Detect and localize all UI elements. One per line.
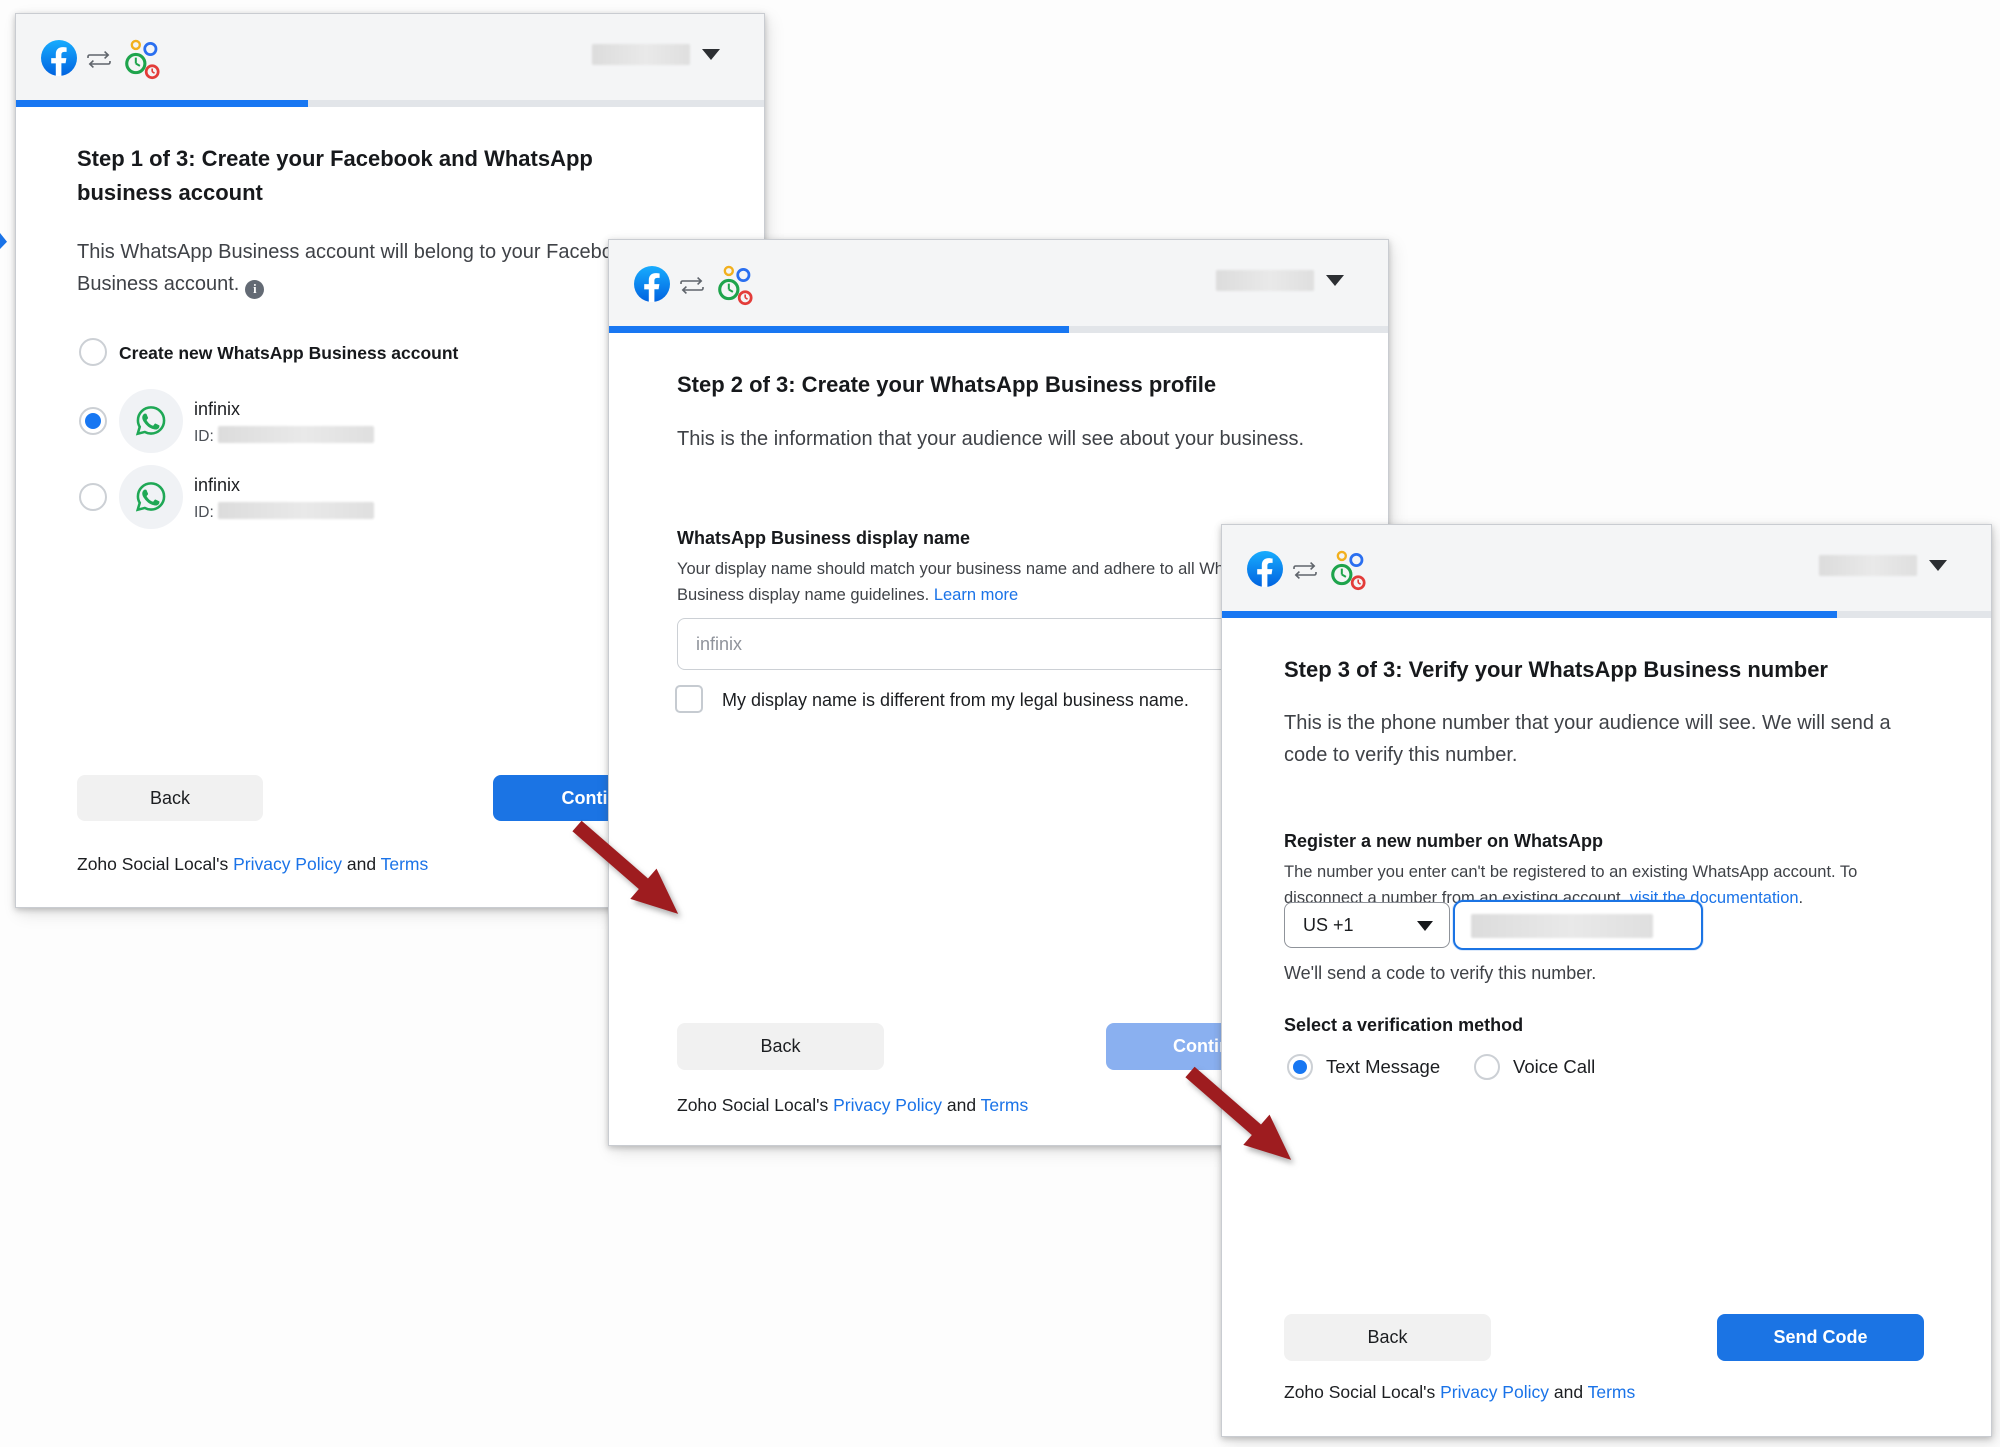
back-button[interactable]: Back <box>1284 1314 1491 1361</box>
privacy-policy-link[interactable]: Privacy Policy <box>233 854 342 874</box>
send-code-button[interactable]: Send Code <box>1717 1314 1924 1361</box>
legal-line: Zoho Social Local's Privacy Policy and T… <box>1284 1382 1635 1403</box>
back-button[interactable]: Back <box>77 775 263 821</box>
account-id-label: ID: <box>194 504 214 522</box>
terms-link[interactable]: Terms <box>381 854 429 874</box>
whatsapp-avatar <box>119 389 183 453</box>
register-help-line1: The number you enter can't be registered… <box>1284 859 1857 885</box>
radio-account-2[interactable] <box>79 483 107 511</box>
sync-arrows-icon <box>86 50 112 69</box>
account-id-label: ID: <box>194 428 214 446</box>
create-new-account-label: Create new WhatsApp Business account <box>119 343 458 364</box>
terms-link[interactable]: Terms <box>1588 1382 1636 1402</box>
account-name: infinix <box>194 475 240 496</box>
radio-voice-call[interactable] <box>1474 1054 1500 1080</box>
progress-bar <box>609 326 1388 333</box>
caret-down-icon <box>702 49 720 60</box>
progress-bar-fill <box>1222 611 1837 618</box>
flow-arrow-step1-to-step2 <box>555 812 715 942</box>
account-menu[interactable] <box>1214 269 1344 293</box>
display-name-help-line1: Your display name should match your busi… <box>677 556 1275 582</box>
display-name-help-line2: Business display name guidelines. Learn … <box>677 582 1018 608</box>
step-description: This is the information that your audien… <box>677 423 1337 455</box>
caret-down-icon <box>1417 921 1433 931</box>
redacted-account-name <box>1819 555 1917 576</box>
account-name: infinix <box>194 399 240 420</box>
zoho-social-logo-icon <box>1330 549 1370 591</box>
facebook-logo-icon <box>1247 551 1283 587</box>
facebook-logo-icon <box>634 266 670 302</box>
privacy-policy-link[interactable]: Privacy Policy <box>1440 1382 1549 1402</box>
learn-more-link[interactable]: Learn more <box>934 586 1018 604</box>
different-legal-name-checkbox[interactable] <box>675 685 703 713</box>
page-title: Step 1 of 3: Create your Facebook and Wh… <box>77 142 677 210</box>
send-code-note: We'll send a code to verify this number. <box>1284 963 1596 984</box>
voice-call-label: Voice Call <box>1513 1056 1595 1078</box>
caret-down-icon <box>1929 560 1947 571</box>
progress-bar-fill <box>609 326 1069 333</box>
info-icon[interactable] <box>245 280 264 299</box>
progress-bar <box>1222 611 1991 618</box>
redacted-account-id <box>218 426 374 443</box>
whatsapp-icon <box>134 404 168 438</box>
flow-arrow-step2-to-step3 <box>1168 1058 1328 1188</box>
progress-bar <box>16 100 764 107</box>
country-code-select[interactable]: US +1 <box>1284 902 1450 948</box>
dialog-header <box>609 240 1388 326</box>
account-menu[interactable] <box>590 43 720 67</box>
radio-account-1[interactable] <box>79 407 107 435</box>
caret-down-icon <box>1326 275 1344 286</box>
step-description: This is the phone number that your audie… <box>1284 707 1924 771</box>
edge-artifact-blue <box>0 233 7 249</box>
dialog-step-3: Step 3 of 3: Verify your WhatsApp Busine… <box>1221 524 1992 1437</box>
whatsapp-avatar <box>119 465 183 529</box>
privacy-policy-link[interactable]: Privacy Policy <box>833 1095 942 1115</box>
terms-link[interactable]: Terms <box>981 1095 1029 1115</box>
dialog-header <box>16 14 764 100</box>
page-title: Step 2 of 3: Create your WhatsApp Busine… <box>677 368 1216 402</box>
legal-line: Zoho Social Local's Privacy Policy and T… <box>77 854 428 875</box>
redacted-account-name <box>1216 270 1314 291</box>
whatsapp-icon <box>134 480 168 514</box>
zoho-social-logo-icon <box>717 264 757 306</box>
sync-arrows-icon <box>679 276 705 295</box>
redacted-account-id <box>218 502 374 519</box>
page-title: Step 3 of 3: Verify your WhatsApp Busine… <box>1284 653 1828 687</box>
legal-line: Zoho Social Local's Privacy Policy and T… <box>677 1095 1028 1116</box>
redacted-account-name <box>592 44 690 65</box>
facebook-logo-icon <box>41 40 77 76</box>
zoho-social-logo-icon <box>124 38 164 80</box>
sync-arrows-icon <box>1292 561 1318 580</box>
dialog-header <box>1222 525 1991 611</box>
phone-number-input[interactable] <box>1453 900 1703 950</box>
radio-create-new-account[interactable] <box>79 338 107 366</box>
step-description: This WhatsApp Business account will belo… <box>77 236 637 300</box>
country-code-value: US +1 <box>1303 915 1354 936</box>
account-menu[interactable] <box>1817 554 1947 578</box>
verification-method-label: Select a verification method <box>1284 1015 1523 1036</box>
redacted-phone-number <box>1471 914 1653 938</box>
embedded-signup-flow: Step 1 of 3: Create your Facebook and Wh… <box>0 0 2000 1447</box>
text-message-label: Text Message <box>1326 1056 1440 1078</box>
back-button[interactable]: Back <box>677 1023 884 1070</box>
register-number-label: Register a new number on WhatsApp <box>1284 831 1603 852</box>
display-name-label: WhatsApp Business display name <box>677 528 970 549</box>
progress-bar-fill <box>16 100 308 107</box>
different-legal-name-label: My display name is different from my leg… <box>722 690 1189 711</box>
